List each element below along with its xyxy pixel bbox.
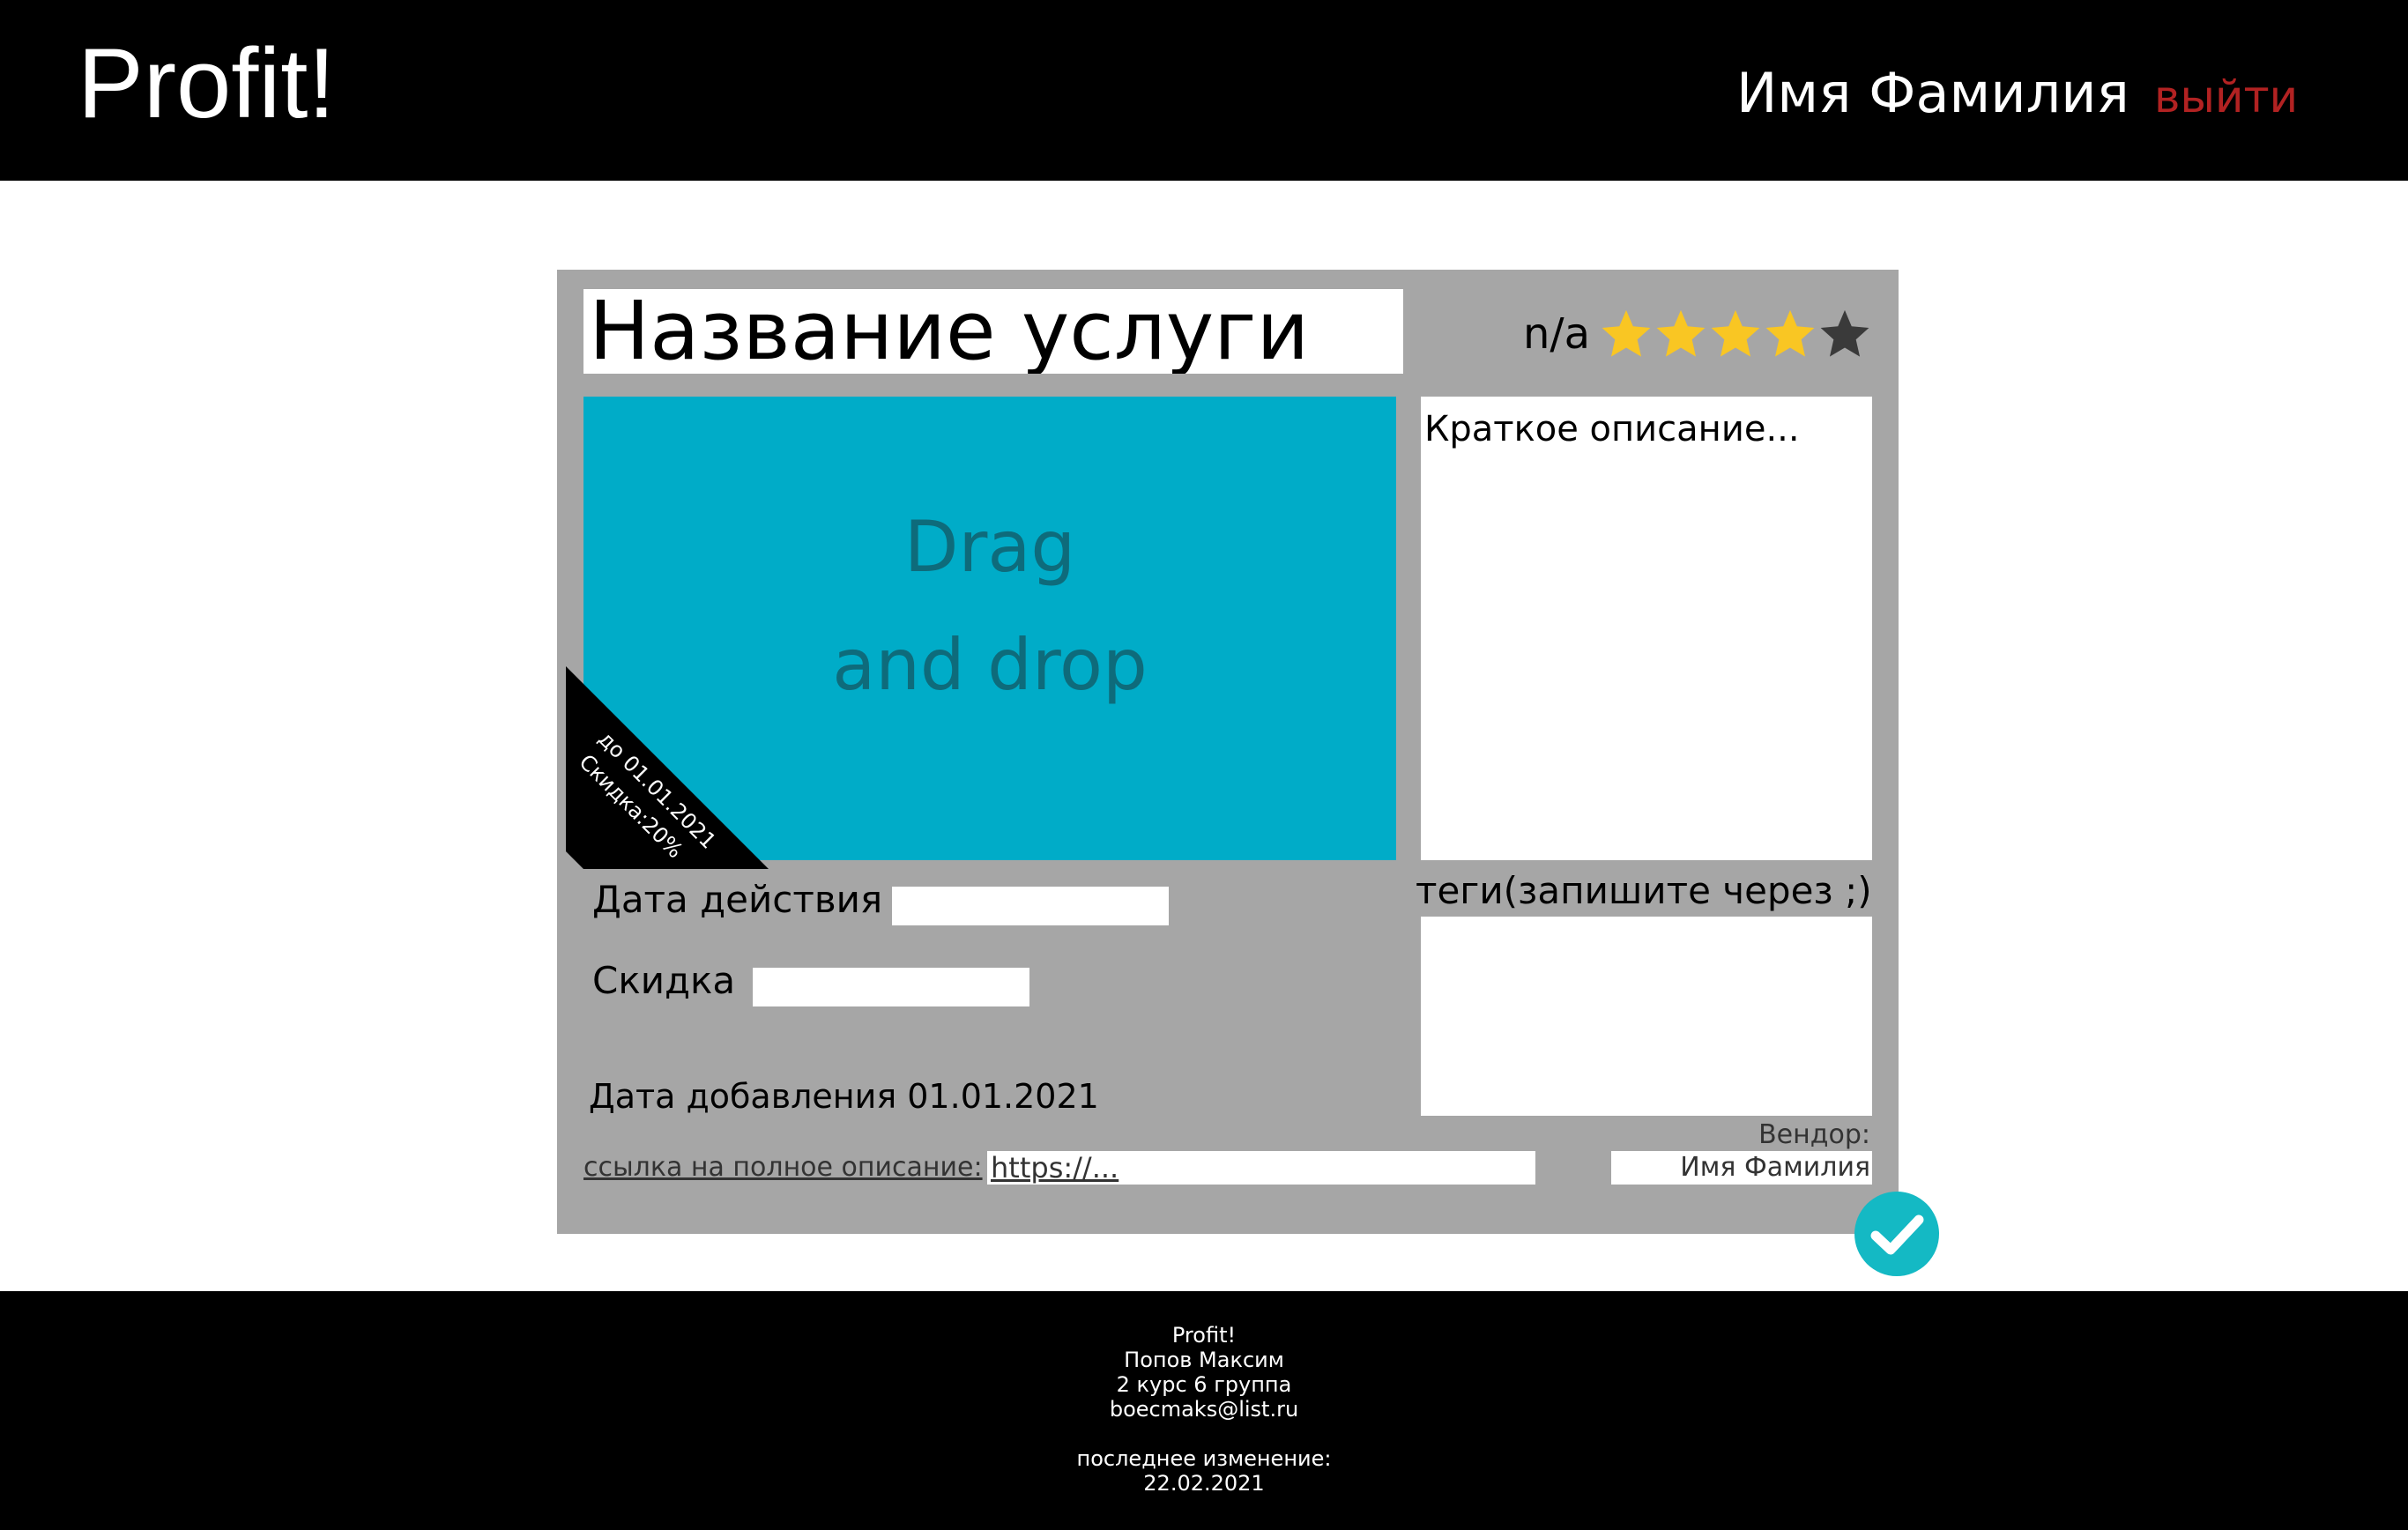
added-date: Дата добавления 01.01.2021 — [589, 1077, 1099, 1116]
logout-link[interactable]: выйти — [2154, 69, 2298, 125]
check-circle-icon[interactable] — [1853, 1190, 1941, 1278]
validity-label: Дата действия — [592, 878, 883, 921]
vendor-field: Имя Фамилия — [1611, 1151, 1872, 1185]
footer-author: Попов Максим — [1124, 1348, 1284, 1372]
top-bar: Profit! Имя Фамилия выйти — [0, 0, 2408, 181]
footer: Profit! Попов Максим 2 курс 6 группа boe… — [0, 1291, 2408, 1530]
star-icon — [1820, 309, 1869, 357]
app-logo[interactable]: Profit! — [78, 26, 336, 141]
rating-value: n/a — [1522, 309, 1590, 359]
vendor-label: Вендор: — [1758, 1119, 1870, 1150]
star-icon — [1656, 309, 1706, 357]
service-title-input[interactable]: Название услуги — [583, 289, 1403, 374]
discount-label: Скидка — [592, 959, 736, 1002]
service-card: Название услуги n/a Drag and drop до 01.… — [557, 270, 1899, 1234]
footer-group: 2 курс 6 группа — [1116, 1372, 1292, 1397]
tags-label: теги(запишите через ;) — [1416, 869, 1872, 912]
tags-input[interactable] — [1421, 917, 1872, 1116]
footer-brand: Profit! — [1171, 1323, 1237, 1348]
full-description-link-label: ссылка на полное описание: — [583, 1152, 983, 1183]
rating: n/a — [1523, 303, 1872, 365]
short-description-field[interactable]: Краткое описание... — [1421, 397, 1872, 860]
full-description-link-input[interactable]: https://... — [987, 1151, 1535, 1185]
user-name: Имя Фамилия — [1736, 61, 2129, 125]
footer-info: Profit! Попов Максим 2 курс 6 группа boe… — [0, 1323, 2408, 1496]
validity-date-input[interactable] — [892, 887, 1169, 925]
discount-ribbon: до 01.01.2021 Скидка:20% — [566, 666, 769, 869]
dropzone-text-line1: Drag — [903, 506, 1076, 588]
discount-input[interactable] — [753, 968, 1029, 1006]
footer-last-modified-date: 22.02.2021 — [1143, 1471, 1265, 1496]
footer-last-modified-label: последнее изменение: — [1076, 1446, 1332, 1471]
footer-email[interactable]: boecmaks@list.ru — [0, 1397, 2408, 1422]
star-icon — [1602, 309, 1651, 357]
star-icon — [1765, 309, 1815, 357]
footer-spacer — [0, 1422, 2408, 1446]
star-icon — [1711, 309, 1760, 357]
